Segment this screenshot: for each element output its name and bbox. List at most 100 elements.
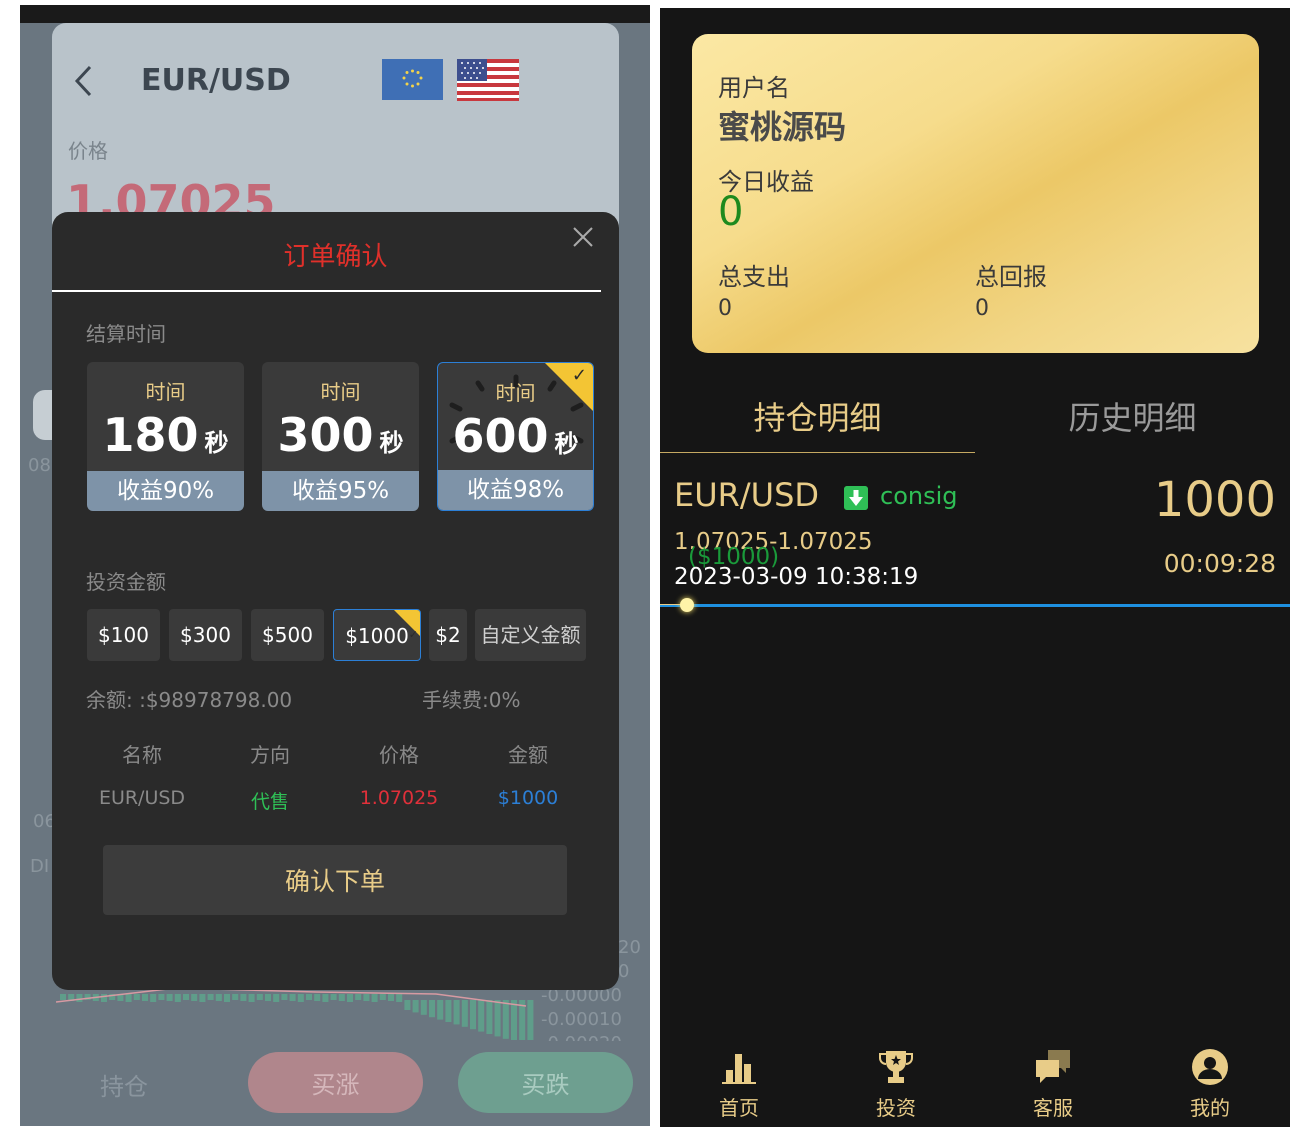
macd-bar [101,994,107,1002]
macd-bar [207,994,214,1000]
chat-icon [1036,1050,1070,1083]
macd-bar [478,1000,485,1032]
time-seconds: 300 秒 [277,408,404,462]
macd-bar [396,994,403,1002]
macd-bar [166,994,173,1001]
macd-bar [133,994,140,1000]
table-header: 金额 [508,743,548,767]
balance-text: 余额: :$98978798.00 [86,688,293,712]
us-flag-icon [457,59,519,101]
hold-link[interactable]: 持仓 [100,1067,148,1102]
table-cell-direction: 代售 [250,791,289,813]
buy-down-button[interactable]: 买跌 [458,1052,633,1113]
table-header: 价格 [379,743,419,767]
macd-bar [174,994,181,1002]
nav-mine[interactable]: 我的 [1160,1048,1260,1121]
amount-option[interactable]: $300 [169,609,242,661]
time-option-600[interactable]: 时间 600 秒 收益98% ✓ [437,362,594,511]
custom-amount-button[interactable]: 自定义金额 [475,609,586,661]
total-return-label: 总回报 [975,263,1047,291]
amount-option-selected[interactable]: $1000 ✓ [333,609,421,661]
order-confirm-modal: 订单确认 结算时间 时间 180秒 收益90% 时间 300秒 收益95% [52,212,619,990]
bar-chart-icon [722,1054,756,1084]
time-yield: 收益98% [438,470,593,510]
settle-time-label: 结算时间 [86,322,166,346]
active-tab-underline [660,452,975,453]
macd-bar [142,994,148,1001]
confirm-order-button[interactable]: 确认下单 [103,845,567,915]
username-label: 用户名 [718,74,790,102]
position-countdown: 00:09:28 [1163,549,1276,578]
macd-bar [437,1000,444,1020]
price-label: 价格 [68,139,108,163]
macd-bar [388,994,394,1001]
macd-bar [248,994,255,1002]
table-header: 名称 [122,743,162,767]
macd-bar [470,1000,476,1030]
macd-bar [347,994,353,1002]
close-icon[interactable] [572,226,594,248]
time-option-180[interactable]: 时间 180 秒 收益90% [87,362,244,511]
amount-option[interactable]: $2 [429,609,467,661]
macd-bar [265,994,271,1001]
status-bar [20,5,650,23]
macd-bar [355,994,362,1000]
time-yield: 收益95% [262,471,419,511]
macd-bar [420,1000,427,1015]
nav-label: 客服 [1033,1096,1073,1120]
nav-label: 首页 [719,1096,759,1120]
amount-option[interactable]: $100 [87,609,160,661]
progress-track [660,604,1290,607]
macd-bar [445,1000,452,1022]
tab-positions[interactable]: 持仓明细 [660,393,975,439]
time-seconds: 180 秒 [102,408,229,462]
buy-up-button[interactable]: 买涨 [248,1052,423,1113]
chart-axis-value: 0 [618,961,630,982]
table-cell-price: 1.07025 [359,787,439,809]
tab-history[interactable]: 历史明细 [975,393,1290,439]
macd-bar [306,994,312,1000]
macd-bar [158,994,165,1000]
macd-bar [256,994,263,1000]
macd-bar [486,1000,493,1034]
table-cell-name: EUR/USD [98,787,186,809]
macd-bar [224,994,230,1002]
back-icon[interactable] [72,63,96,99]
chart-axis-value: -0.00020 [541,1033,622,1041]
table-cell-amount: $1000 [497,787,559,809]
macd-bar [191,994,198,1001]
nav-service[interactable]: 客服 [1003,1048,1103,1121]
macd-bar [297,994,304,1002]
amount-option[interactable]: $500 [251,609,324,661]
time-option-300[interactable]: 时间 300 秒 收益95% [262,362,419,511]
macd-bar [461,1000,468,1027]
macd-bar [363,994,370,1001]
macd-bar [199,994,206,1002]
macd-bar [273,994,280,1002]
position-direction: consig [880,482,958,510]
macd-bar [215,994,222,1001]
macd-bar [494,1000,501,1037]
trophy-icon [879,1051,913,1083]
macd-bar [240,994,247,1001]
nav-label: 我的 [1190,1096,1230,1120]
nav-invest[interactable]: 投资 [846,1048,946,1121]
axis-label: 08 [28,455,51,476]
modal-title: 订单确认 [283,242,388,272]
macd-bar [412,1000,419,1013]
invest-amount-label: 投资金额 [86,570,166,594]
account-screen: 用户名 蜜桃源码 今日收益 0 总支出 0 总回报 0 持仓明细 历史明细 EU… [660,8,1290,1127]
eu-flag-icon [382,59,443,100]
nav-home[interactable]: 首页 [689,1048,789,1121]
macd-bar [429,1000,435,1018]
macd-bar [330,994,337,1000]
macd-bar [232,994,239,1000]
total-expense-value: 0 [718,296,732,321]
today-profit-value: 0 [718,189,744,235]
macd-bar [379,994,386,1000]
chart-axis-value: 20 [618,937,641,958]
macd-bar [511,1000,517,1040]
time-label: 时间 [145,380,186,404]
macd-bar [150,994,157,1002]
order-screen: EUR/USD 价格 1.07025 08 06 DI 20 0 -0.0000… [20,5,650,1126]
